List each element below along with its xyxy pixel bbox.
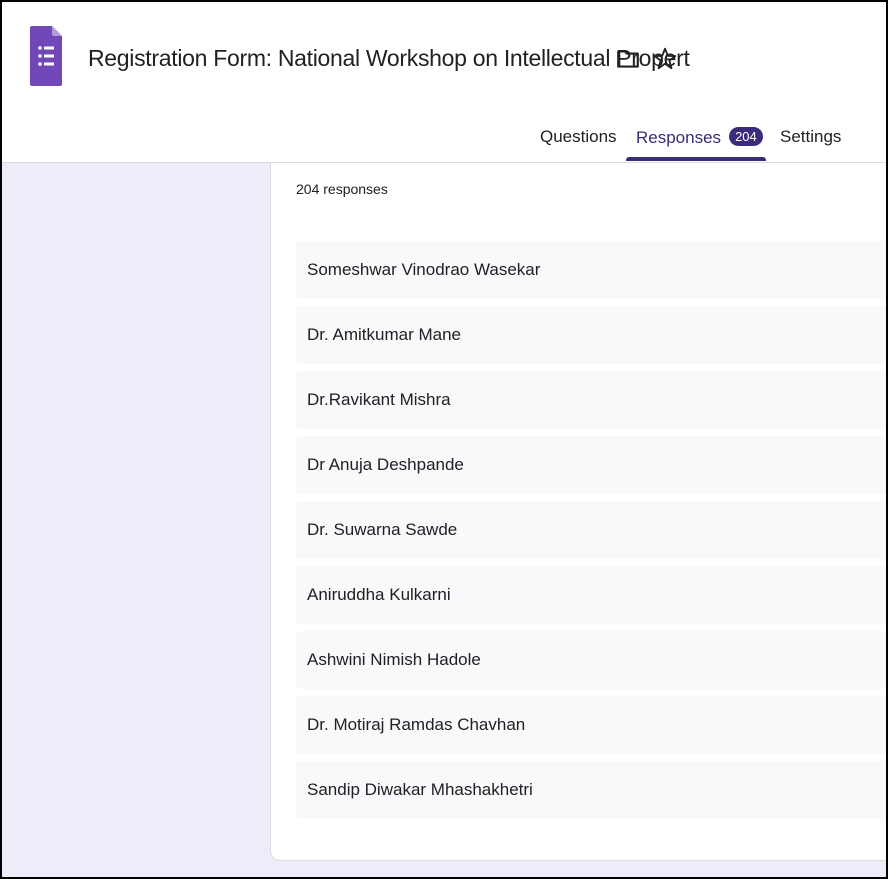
responses-count: 204 responses: [296, 181, 388, 197]
responses-card: 204 responses Someshwar Vinodrao Wasekar…: [270, 163, 886, 861]
response-list-item[interactable]: Dr Anuja Deshpande: [296, 436, 886, 494]
form-title[interactable]: Registration Form: National Workshop on …: [88, 45, 690, 72]
response-list-item[interactable]: Dr. Motiraj Ramdas Chavhan: [296, 696, 886, 754]
app-window: Registration Form: National Workshop on …: [0, 0, 888, 879]
responses-page: 204 responses Someshwar Vinodrao Wasekar…: [2, 163, 886, 877]
response-list-item[interactable]: Ashwini Nimish Hadole: [296, 631, 886, 689]
folder-icon[interactable]: [615, 46, 641, 72]
tab-settings[interactable]: Settings: [780, 127, 841, 147]
active-tab-indicator: [626, 157, 766, 161]
header: Registration Form: National Workshop on …: [2, 2, 886, 163]
star-icon[interactable]: [652, 46, 678, 72]
tab-bar: Questions Responses 204 Settings: [2, 117, 886, 162]
responses-list: Someshwar Vinodrao Wasekar Dr. Amitkumar…: [296, 241, 886, 826]
tab-responses-label: Responses: [636, 128, 722, 147]
google-forms-icon[interactable]: [30, 26, 62, 86]
responses-count-badge: 204: [729, 127, 763, 146]
response-list-item[interactable]: Sandip Diwakar Mhashakhetri: [296, 761, 886, 819]
response-list-item[interactable]: Dr.Ravikant Mishra: [296, 371, 886, 429]
response-list-item[interactable]: Dr. Suwarna Sawde: [296, 501, 886, 559]
response-list-item[interactable]: Dr. Amitkumar Mane: [296, 306, 886, 364]
tab-questions[interactable]: Questions: [540, 127, 617, 147]
tab-responses[interactable]: Responses 204: [636, 127, 763, 148]
response-list-item[interactable]: Aniruddha Kulkarni: [296, 566, 886, 624]
response-list-item[interactable]: Someshwar Vinodrao Wasekar: [296, 241, 886, 299]
